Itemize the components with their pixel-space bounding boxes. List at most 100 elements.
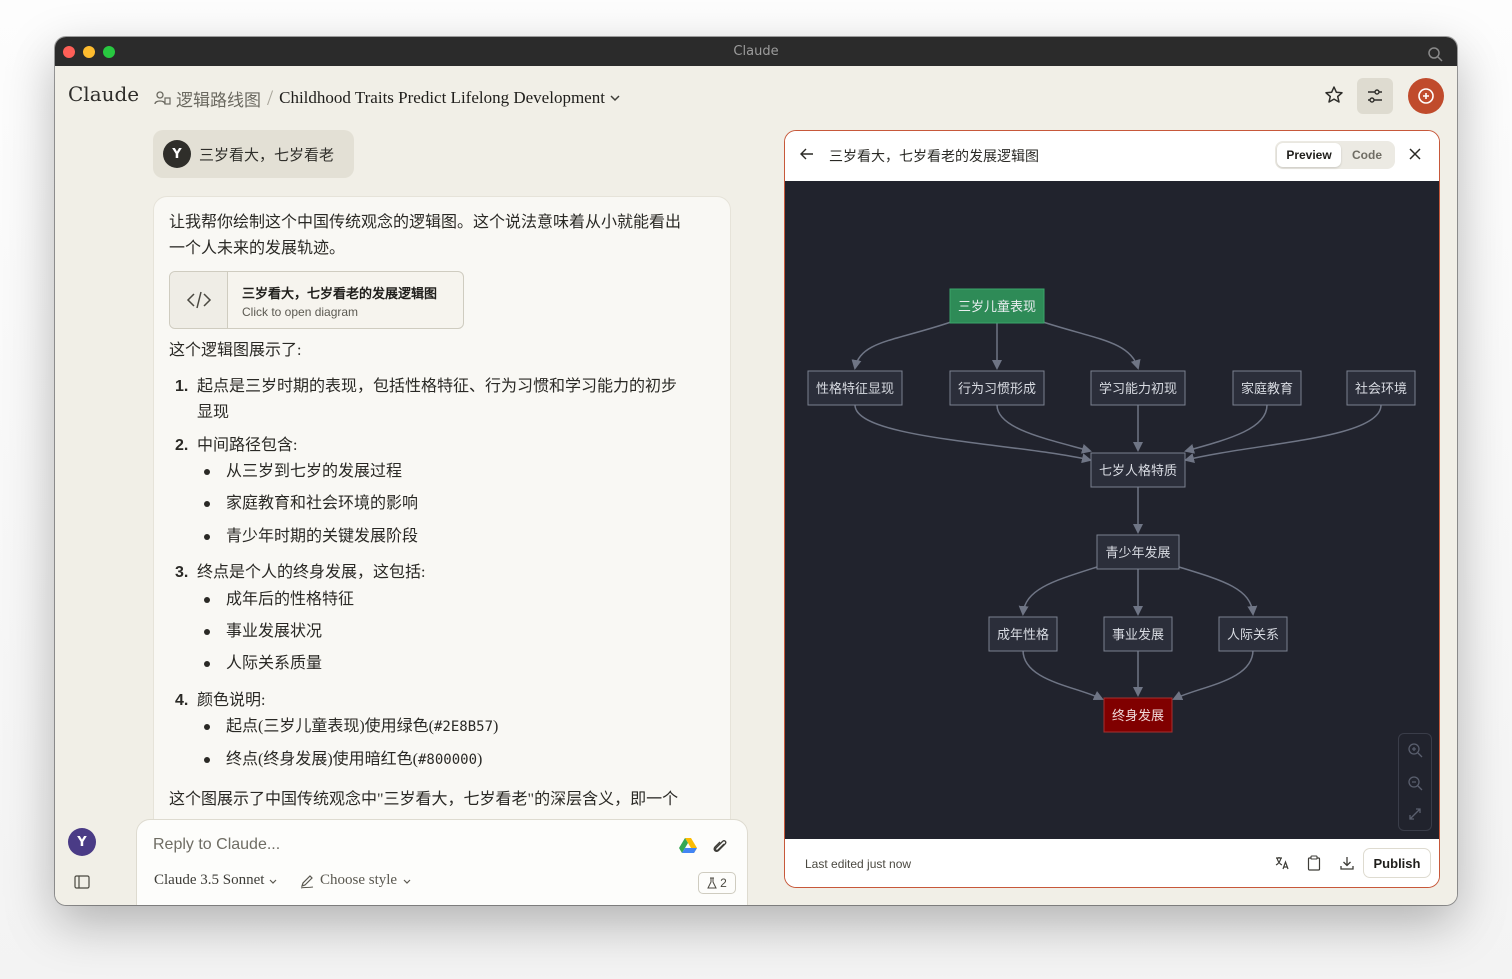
shows-heading: 这个逻辑图展示了: [169, 342, 302, 359]
google-drive-icon[interactable] [679, 837, 697, 857]
translate-icon[interactable] [1274, 855, 1290, 875]
model-name: Claude 3.5 Sonnet [154, 872, 265, 888]
list-number: 2. [175, 437, 189, 454]
artifact-card-title: 三岁看大，七岁看老的发展逻辑图 [242, 286, 438, 301]
paperclip-icon[interactable] [712, 837, 728, 859]
list-number: 4. [175, 692, 189, 709]
artifact-footer: Last edited just now Publish [785, 839, 1439, 887]
sliders-icon [1368, 89, 1382, 103]
claude-logo[interactable]: Claude [68, 82, 139, 106]
window-title: Claude [733, 44, 779, 59]
node-adult[interactable]: 成年性格 [988, 616, 1058, 652]
tab-preview[interactable]: Preview [1277, 143, 1341, 167]
node-label: 终身发展 [1112, 708, 1164, 724]
artifact-title: 三岁看大，七岁看老的发展逻辑图 [829, 150, 1039, 165]
list-number: 1. [175, 378, 189, 395]
node-youth[interactable]: 青少年发展 [1096, 534, 1180, 570]
artifact-card[interactable]: 三岁看大，七岁看老的发展逻辑图 Click to open diagram [169, 271, 464, 329]
zoom-controls [1398, 733, 1432, 831]
node-label: 学习能力初现 [1099, 381, 1177, 397]
conversation-title[interactable]: Childhood Traits Predict Lifelong Develo… [279, 88, 605, 108]
sidebar-user-avatar[interactable]: Y [68, 828, 96, 856]
zoom-in-icon[interactable] [1407, 742, 1423, 762]
artifact-card-subtitle: Click to open diagram [242, 305, 359, 319]
user-message: Y 三岁看大，七岁看老 [153, 130, 354, 178]
window-titlebar: Claude [55, 37, 1457, 66]
user-message-text: 三岁看大，七岁看老 [199, 147, 335, 164]
node-seven[interactable]: 七岁人格特质 [1090, 452, 1186, 488]
bullet-item: 从三岁到七岁的发展过程 [204, 459, 402, 485]
chevron-down-icon [269, 879, 277, 884]
list-item-2: 2. 中间路径包含: [175, 433, 298, 459]
node-label: 事业发展 [1112, 627, 1164, 643]
chevron-down-icon[interactable] [609, 92, 621, 104]
last-edited-status: Last edited just now [805, 857, 912, 871]
list-item-text: 起点是三岁时期的表现，包括性格特征、行为习惯和学习能力的初步 [197, 378, 678, 395]
node-label: 行为习惯形成 [958, 381, 1036, 397]
new-chat-button[interactable] [1408, 78, 1444, 114]
list-item-text: 中间路径包含: [197, 437, 298, 454]
node-family[interactable]: 家庭教育 [1232, 370, 1302, 406]
close-window-button[interactable] [63, 46, 75, 58]
zoom-window-button[interactable] [103, 46, 115, 58]
artifact-header: 三岁看大，七岁看老的发展逻辑图 Preview Code [785, 131, 1439, 181]
edge [1184, 404, 1382, 463]
app-window: Claude Claude 逻辑路线图 / Childhood Traits P… [55, 37, 1457, 905]
node-label: 七岁人格特质 [1099, 463, 1177, 479]
bullet-text: 起点(三岁儿童表现)使用绿色( [226, 718, 434, 735]
node-end[interactable]: 终身发展 [1103, 697, 1173, 733]
view-toggle: Preview Code [1275, 141, 1395, 169]
breadcrumb-separator: / [267, 85, 274, 110]
list-item-4: 4. 颜色说明: [175, 688, 265, 714]
node-label: 家庭教育 [1241, 381, 1293, 397]
tab-code[interactable]: Code [1341, 143, 1393, 167]
minimize-window-button[interactable] [83, 46, 95, 58]
node-start[interactable]: 三岁儿童表现 [949, 288, 1045, 324]
node-label: 三岁儿童表现 [958, 299, 1036, 315]
bullet-text-end: ) [493, 718, 499, 735]
edge [1184, 404, 1268, 454]
project-icon [154, 91, 171, 105]
reply-input[interactable] [153, 830, 633, 860]
edge [1022, 649, 1104, 701]
color-code: #2E8B57 [434, 719, 494, 735]
settings-adjust-button[interactable] [1357, 78, 1393, 114]
fit-view-icon[interactable] [1407, 806, 1423, 826]
bullet-text-end: ) [477, 751, 483, 768]
sidebar-toggle-icon[interactable] [74, 874, 90, 893]
bullet-text: 终点(终身发展)使用暗红色( [226, 751, 418, 768]
list-item-3: 3. 终点是个人的终身发展，这包括: [175, 560, 426, 586]
style-label: Choose style [320, 872, 398, 888]
list-number: 3. [175, 564, 189, 581]
search-icon[interactable] [1427, 44, 1443, 62]
style-selector[interactable]: Choose style [299, 872, 412, 889]
node-society[interactable]: 社会环境 [1346, 370, 1416, 406]
model-selector[interactable]: Claude 3.5 Sonnet [154, 872, 278, 889]
project-name: 逻辑路线图 [176, 90, 261, 110]
bullet-item: 人际关系质量 [204, 651, 322, 677]
star-button[interactable] [1317, 78, 1351, 112]
code-icon [170, 272, 228, 328]
node-label: 社会环境 [1355, 381, 1407, 397]
edge [1042, 321, 1141, 370]
bullet-item: 成年后的性格特征 [204, 587, 354, 613]
assistant-message: 让我帮你绘制这个中国传统观念的逻辑图。这个说法意味着从小就能看出一个人未来的发展… [153, 196, 731, 856]
node-career[interactable]: 事业发展 [1103, 616, 1173, 652]
breadcrumb-project[interactable]: 逻辑路线图 [153, 86, 261, 111]
node-learning[interactable]: 学习能力初现 [1090, 370, 1186, 406]
node-personality[interactable]: 性格特征显现 [807, 370, 903, 406]
node-behavior[interactable]: 行为习惯形成 [949, 370, 1045, 406]
node-label: 人际关系 [1227, 628, 1279, 643]
close-icon[interactable] [1407, 146, 1423, 166]
list-item-text: 终点是个人的终身发展，这包括: [197, 564, 426, 581]
edge [1018, 566, 1098, 616]
back-arrow-icon[interactable] [799, 146, 815, 166]
zoom-out-icon[interactable] [1407, 775, 1423, 795]
copy-icon[interactable] [1307, 855, 1321, 875]
download-icon[interactable] [1339, 855, 1355, 875]
assistant-summary: 这个图展示了中国传统观念中"三岁看大，七岁看老"的深层含义，即一个 [169, 791, 679, 808]
edge [851, 321, 952, 370]
flask-count-badge[interactable]: 2 [698, 872, 736, 894]
publish-button[interactable]: Publish [1363, 848, 1431, 878]
node-relations[interactable]: 人际关系 [1218, 616, 1288, 652]
